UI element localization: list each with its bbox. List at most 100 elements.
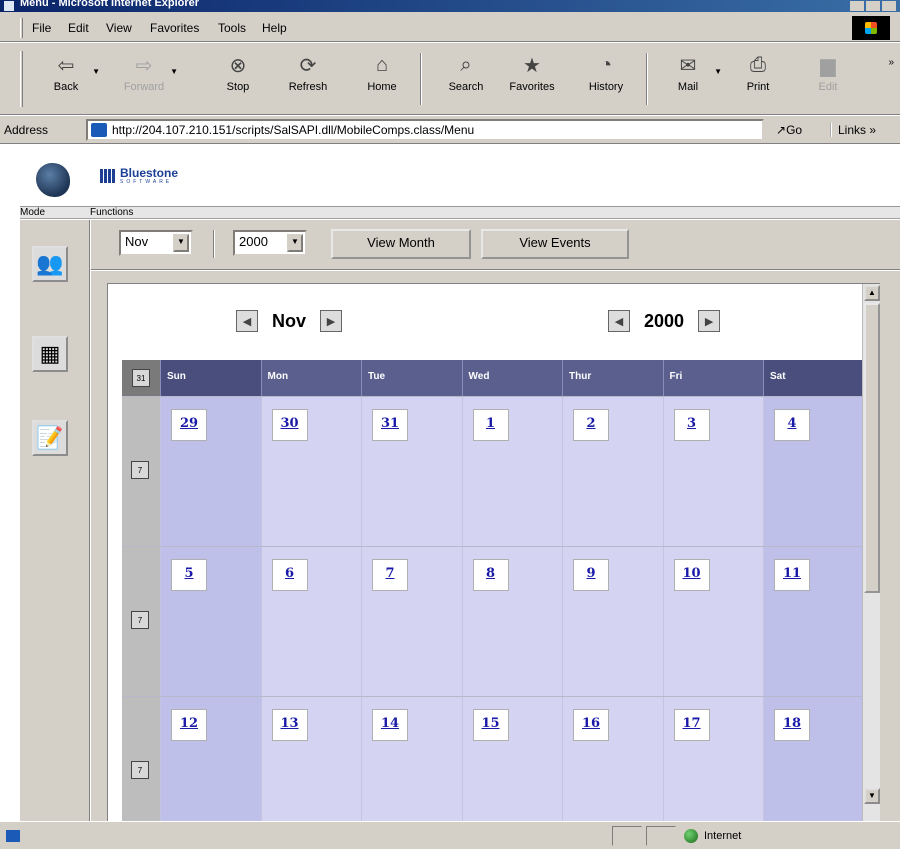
day-link[interactable]: 1 (472, 409, 509, 441)
menu-help[interactable]: Help (262, 21, 287, 35)
status-pane (612, 826, 642, 846)
forward-dropdown-icon[interactable]: ▼ (170, 67, 178, 76)
close-button[interactable] (882, 1, 896, 11)
week-selector: 7 (122, 397, 160, 546)
print-button[interactable]: ⎙ Print (730, 49, 786, 109)
day-link[interactable]: 18 (774, 709, 810, 741)
day-link[interactable]: 14 (372, 709, 408, 741)
mode-users-button[interactable]: 👥 (32, 246, 68, 282)
favorites-button[interactable]: ★ Favorites (504, 49, 560, 109)
edit-button[interactable]: ▆ Edit (800, 49, 856, 109)
address-input[interactable]: http://204.107.210.151/scripts/SalSAPI.d… (86, 119, 764, 141)
toolbar-separator (420, 53, 422, 105)
minimize-button[interactable] (850, 1, 864, 11)
day-cell: 5 (160, 547, 261, 696)
back-button[interactable]: ⇦ Back ▼ (38, 49, 100, 109)
page-content: Bluestone SOFTWARE Mode Functions 👥 ▦ 📝 … (0, 145, 900, 821)
go-button[interactable]: ↗Go (776, 123, 802, 137)
people-icon: 👥 (36, 251, 64, 276)
menu-tools[interactable]: Tools (218, 21, 246, 35)
day-link[interactable]: 12 (171, 709, 207, 741)
menu-bar: File Edit View Favorites Tools Help (0, 12, 900, 42)
home-button[interactable]: ⌂ Home (354, 49, 410, 109)
day-link[interactable]: 8 (472, 559, 509, 591)
month-view-icon[interactable]: 31 (132, 369, 150, 387)
scroll-thumb[interactable] (864, 303, 880, 593)
mode-calendar-button[interactable]: ▦ (32, 336, 68, 372)
status-bar: Internet (0, 821, 900, 849)
prev-month-button[interactable]: ◀ (236, 310, 258, 332)
brand-text: Bluestone SOFTWARE (120, 167, 178, 185)
calendar-page: ◀ Nov ▶ ◀ 2000 ▶ 31 Sun Mon Tue Wed Thur… (107, 283, 880, 821)
scroll-down-icon[interactable]: ▼ (864, 788, 880, 804)
mail-dropdown-icon[interactable]: ▼ (714, 67, 722, 76)
menu-favorites[interactable]: Favorites (150, 21, 199, 35)
month-select[interactable]: Nov ▼ (119, 230, 193, 256)
week-view-icon[interactable]: 7 (131, 461, 149, 479)
search-button[interactable]: ⌕ Search (438, 49, 494, 109)
menu-view[interactable]: View (106, 21, 132, 35)
refresh-label: Refresh (288, 81, 328, 93)
stop-button[interactable]: ⊗ Stop (210, 49, 266, 109)
back-dropdown-icon[interactable]: ▼ (92, 67, 100, 76)
day-link[interactable]: 17 (673, 709, 710, 741)
vertical-scrollbar[interactable]: ▲ ▼ (862, 284, 880, 821)
weekday-thur: Thur (562, 360, 663, 396)
bluestone-mark-icon (100, 169, 116, 183)
day-link[interactable]: 15 (472, 709, 509, 741)
links-button[interactable]: Links » (830, 123, 876, 137)
windows-logo-icon (852, 16, 890, 40)
weekday-mon: Mon (260, 360, 362, 396)
year-select[interactable]: 2000 ▼ (233, 230, 307, 256)
toolbar-grip[interactable] (20, 51, 23, 107)
day-link[interactable]: 9 (573, 559, 609, 591)
address-bar: Address http://204.107.210.151/scripts/S… (0, 116, 900, 144)
next-year-button[interactable]: ▶ (698, 310, 721, 332)
mail-button[interactable]: ✉ Mail ▼ (660, 49, 722, 109)
history-button[interactable]: ◔ History (578, 49, 634, 109)
day-link[interactable]: 13 (271, 709, 308, 741)
search-label: Search (448, 81, 484, 93)
day-link[interactable]: 16 (573, 709, 609, 741)
menubar-grip[interactable] (20, 18, 23, 38)
day-link[interactable]: 29 (171, 409, 207, 441)
security-zone: Internet (684, 829, 741, 843)
maximize-button[interactable] (866, 1, 880, 11)
day-link[interactable]: 6 (271, 559, 308, 591)
week-view-icon[interactable]: 7 (131, 761, 149, 779)
year-select-arrow-icon[interactable]: ▼ (287, 234, 303, 252)
day-cell: 14 (361, 697, 462, 821)
menu-file[interactable]: File (32, 21, 51, 35)
stop-icon: ⊗ (229, 54, 247, 77)
menu-edit[interactable]: Edit (68, 21, 89, 35)
day-link[interactable]: 10 (673, 559, 710, 591)
refresh-button[interactable]: ⟳ Refresh (280, 49, 336, 109)
day-link[interactable]: 7 (372, 559, 408, 591)
forward-button[interactable]: ⇨ Forward ▼ (116, 49, 178, 109)
month-select-arrow-icon[interactable]: ▼ (173, 234, 189, 252)
brand-name: Bluestone (120, 166, 179, 180)
toolbar-overflow-icon[interactable]: » (888, 57, 894, 68)
day-cell: 17 (662, 697, 763, 821)
print-icon: ⎙ (750, 53, 766, 76)
calendar-frame: ◀ Nov ▶ ◀ 2000 ▶ 31 Sun Mon Tue Wed Thur… (91, 271, 900, 821)
week-row: 7 29 30 31 1 2 3 4 (122, 396, 864, 546)
day-link[interactable]: 3 (673, 409, 710, 441)
day-link[interactable]: 5 (171, 559, 207, 591)
window-titlebar: Menu - Microsoft Internet Explorer (0, 0, 900, 12)
mode-notes-button[interactable]: 📝 (32, 420, 68, 456)
mail-label: Mail (677, 81, 699, 93)
weekday-sat: Sat (763, 360, 864, 396)
prev-year-button[interactable]: ◀ (608, 310, 630, 332)
day-link[interactable]: 4 (774, 409, 810, 441)
week-view-icon[interactable]: 7 (131, 611, 149, 629)
week-row: 7 5 6 7 8 9 10 11 (122, 546, 864, 696)
day-link[interactable]: 2 (573, 409, 609, 441)
scroll-up-icon[interactable]: ▲ (864, 285, 880, 301)
view-month-button[interactable]: View Month (331, 229, 471, 259)
day-link[interactable]: 30 (271, 409, 308, 441)
next-month-button[interactable]: ▶ (320, 310, 343, 332)
day-link[interactable]: 11 (774, 559, 810, 591)
day-link[interactable]: 31 (372, 409, 408, 441)
view-events-button[interactable]: View Events (481, 229, 629, 259)
